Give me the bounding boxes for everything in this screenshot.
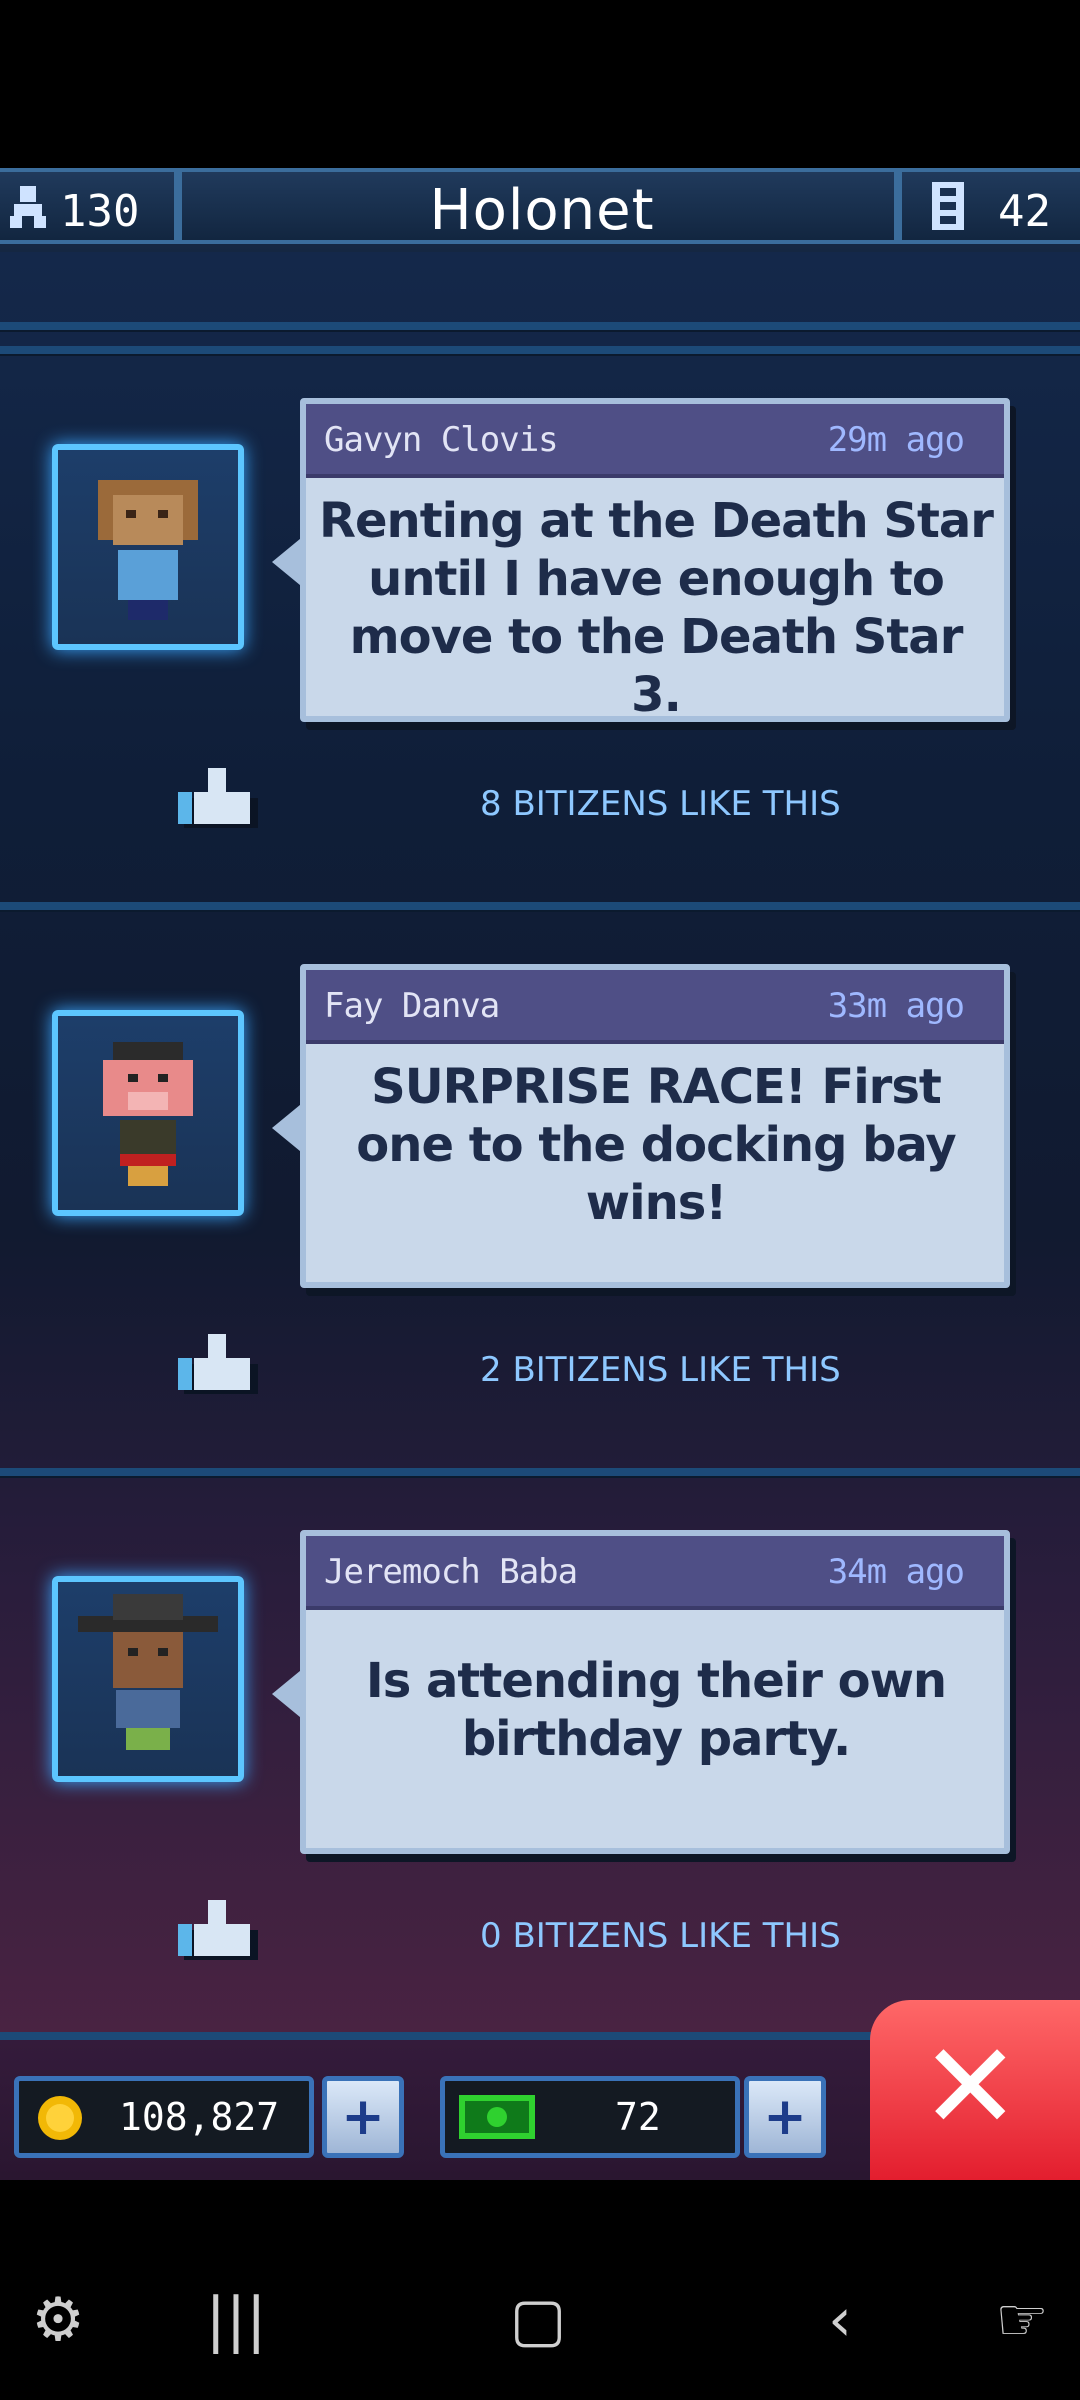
- like-button[interactable]: [178, 1896, 264, 1960]
- post-message: Is attending their own birthday party.: [365, 1653, 947, 1767]
- bitizen-avatar-icon: [78, 1594, 218, 1750]
- post-author[interactable]: Gavyn Clovis: [324, 420, 559, 460]
- post-message: Renting at the Death Star until I have e…: [319, 493, 994, 723]
- bux-counter: 72: [440, 2076, 740, 2158]
- bitizen-avatar-icon: [103, 1042, 193, 1186]
- post-author[interactable]: Fay Danva: [324, 986, 500, 1026]
- page-title: Holonet: [429, 178, 655, 243]
- post-time: 34m ago: [827, 1552, 965, 1592]
- like-button[interactable]: [178, 764, 264, 828]
- back-icon[interactable]: ‹: [790, 2290, 890, 2350]
- floor-count: 42: [998, 186, 1051, 237]
- avatar[interactable]: [52, 444, 244, 650]
- bubble-tail: [272, 534, 306, 590]
- buy-coins-button[interactable]: +: [322, 2076, 404, 2158]
- close-icon: ✕: [920, 2018, 1021, 2157]
- post-author[interactable]: Jeremoch Baba: [324, 1552, 578, 1592]
- avatar[interactable]: [52, 1576, 244, 1782]
- thumbs-up-icon: [178, 1900, 264, 1960]
- divider: [0, 346, 1080, 354]
- floor-icon: [932, 182, 964, 230]
- plus-icon: +: [341, 2087, 385, 2147]
- population-counter[interactable]: 130: [0, 168, 178, 244]
- feed-post: Fay Danva 33m ago SURPRISE RACE! First o…: [0, 926, 1080, 1492]
- post-bubble: Jeremoch Baba 34m ago Is attending their…: [272, 1530, 1010, 1854]
- bubble-tail: [272, 1666, 306, 1722]
- bux-icon: [459, 2095, 535, 2139]
- like-button[interactable]: [178, 1330, 264, 1394]
- post-header: Jeremoch Baba 34m ago: [306, 1536, 1004, 1610]
- header: 130 Holonet 42: [0, 168, 1080, 252]
- bux-count: 72: [615, 2095, 661, 2139]
- divider: [0, 322, 1080, 330]
- post-time: 29m ago: [827, 420, 965, 460]
- post-bubble: Gavyn Clovis 29m ago Renting at the Deat…: [272, 398, 1010, 723]
- bubble-tail: [272, 1100, 306, 1156]
- divider: [0, 902, 1080, 910]
- home-icon[interactable]: ▢: [488, 2290, 588, 2350]
- like-count: 0 BITIZENS LIKE THIS: [480, 1916, 841, 1956]
- population-count: 130: [60, 186, 140, 237]
- post-time: 33m ago: [827, 986, 965, 1026]
- bitizen-avatar-icon: [98, 480, 198, 620]
- post-message: SURPRISE RACE! First one to the docking …: [356, 1059, 956, 1231]
- close-button[interactable]: ✕: [870, 2000, 1080, 2180]
- assistant-icon[interactable]: ☞: [972, 2290, 1072, 2350]
- holonet-feed[interactable]: Gavyn Clovis 29m ago Renting at the Deat…: [0, 252, 1080, 2040]
- person-icon: [10, 186, 46, 228]
- title-bar: Holonet: [178, 168, 898, 244]
- buy-bux-button[interactable]: +: [744, 2076, 826, 2158]
- post-header: Fay Danva 33m ago: [306, 970, 1004, 1044]
- post-bubble: Fay Danva 33m ago SURPRISE RACE! First o…: [272, 964, 1010, 1288]
- navigation-bar: ⚙ ||| ▢ ‹ ☞: [0, 2180, 1080, 2400]
- status-bar-area: [0, 0, 1080, 168]
- coin-icon: [38, 2096, 82, 2140]
- coin-count: 108,827: [119, 2095, 280, 2139]
- plus-icon: +: [763, 2087, 807, 2147]
- recent-apps-icon[interactable]: |||: [186, 2290, 286, 2350]
- game-launcher-icon[interactable]: ⚙: [8, 2290, 108, 2350]
- like-count: 8 BITIZENS LIKE THIS: [480, 784, 841, 824]
- feed-post: Gavyn Clovis 29m ago Renting at the Deat…: [0, 360, 1080, 926]
- divider: [0, 1468, 1080, 1476]
- feed-post: Jeremoch Baba 34m ago Is attending their…: [0, 1492, 1080, 2040]
- post-header: Gavyn Clovis 29m ago: [306, 404, 1004, 478]
- thumbs-up-icon: [178, 768, 264, 828]
- thumbs-up-icon: [178, 1334, 264, 1394]
- coin-counter: 108,827: [14, 2076, 314, 2158]
- floor-counter[interactable]: 42: [898, 168, 1080, 244]
- avatar[interactable]: [52, 1010, 244, 1216]
- like-count: 2 BITIZENS LIKE THIS: [480, 1350, 841, 1390]
